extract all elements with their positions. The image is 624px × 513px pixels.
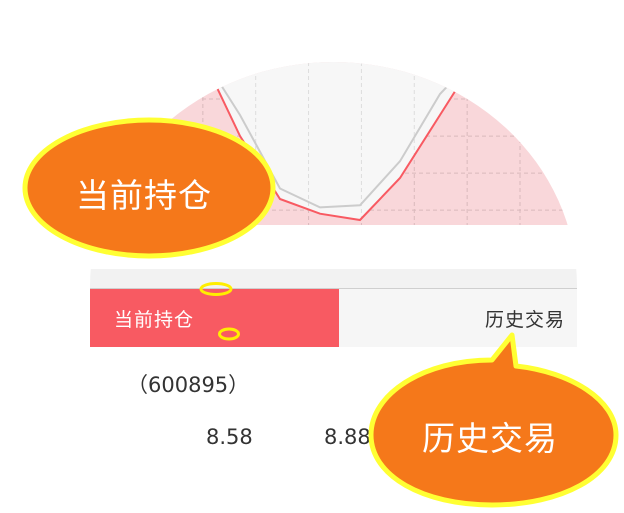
hotspot-marker-bottom xyxy=(218,327,240,341)
tab-history-label: 历史交易 xyxy=(484,309,565,331)
tab-current-label: 当前持仓 xyxy=(114,309,195,331)
hotspot-marker-top xyxy=(199,282,233,296)
price-value-b: 8.88 xyxy=(324,425,371,449)
chart-footer-gray xyxy=(90,269,577,289)
price-value-a: 8.58 xyxy=(206,425,253,449)
callout-history-text: 历史交易 xyxy=(422,419,558,458)
stock-code: （600895） xyxy=(127,373,250,397)
callout-current-text: 当前持仓 xyxy=(76,176,212,215)
